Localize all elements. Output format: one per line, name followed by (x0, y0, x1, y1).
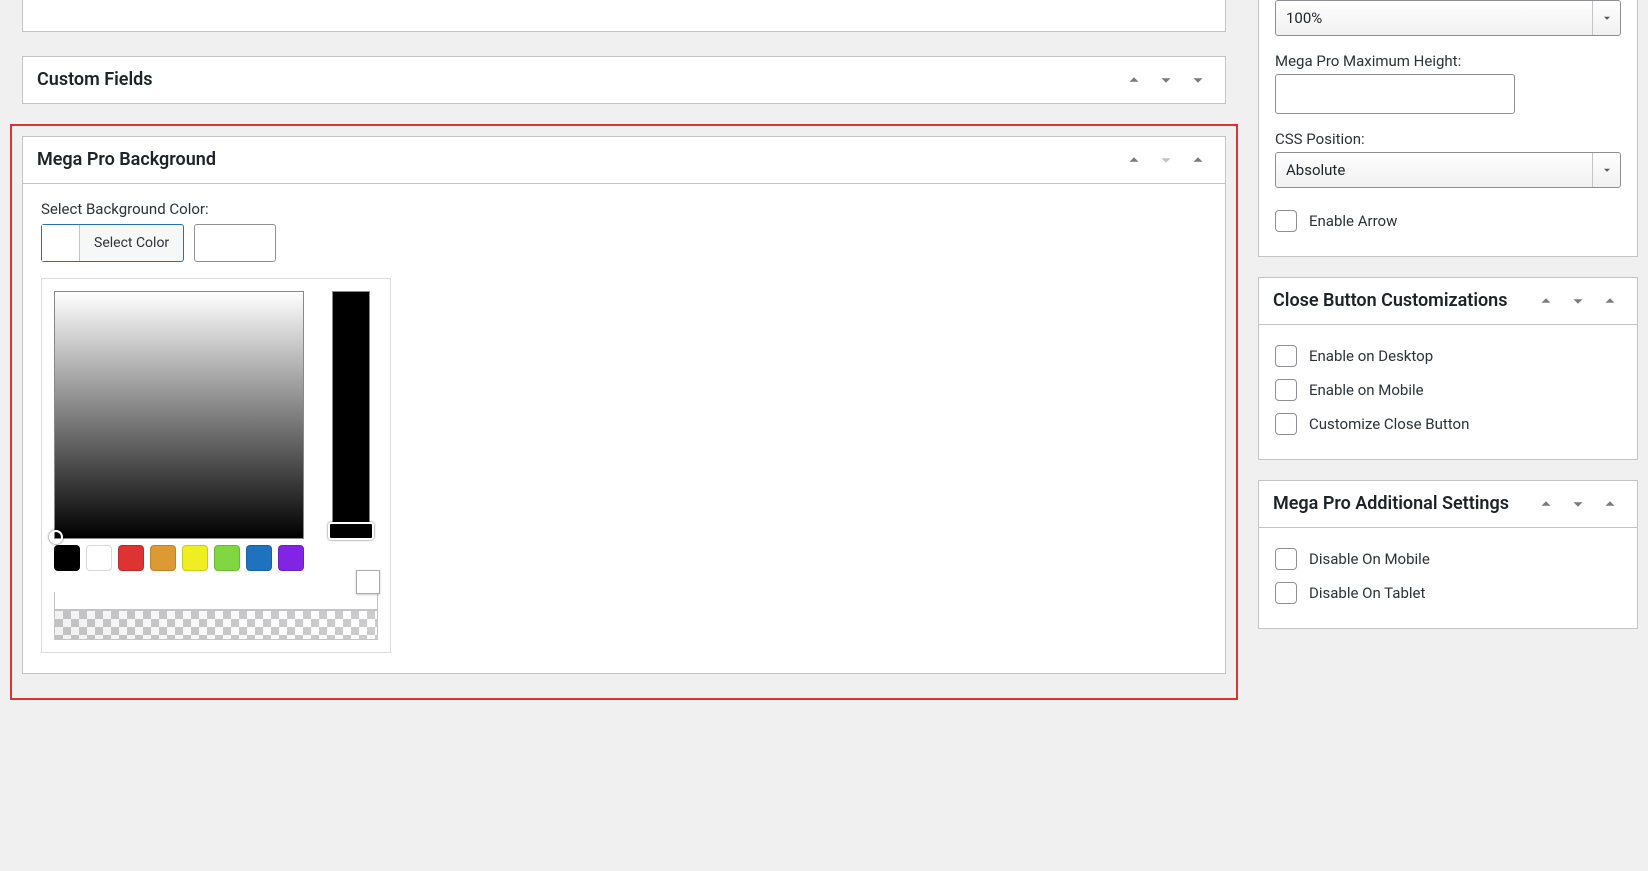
mega-pro-size-panel: 100% Mega Pro Maximum Height: CSS Positi… (1258, 0, 1638, 257)
chevron-down-icon (1592, 1, 1620, 35)
move-down-icon[interactable] (1565, 491, 1591, 517)
mega-pro-background-title: Mega Pro Background (37, 147, 1121, 172)
chevron-down-icon (1592, 153, 1620, 187)
enable-arrow-label: Enable Arrow (1309, 212, 1397, 230)
max-height-label: Mega Pro Maximum Height: (1275, 52, 1621, 70)
color-picker (41, 278, 391, 653)
saturation-cursor-icon[interactable] (49, 530, 63, 544)
max-height-input[interactable] (1275, 74, 1515, 114)
alpha-thumb[interactable] (356, 570, 380, 594)
css-position-value: Absolute (1286, 161, 1345, 179)
editor-top-stub (22, 0, 1226, 32)
customize-close-label: Customize Close Button (1309, 415, 1469, 433)
css-position-label: CSS Position: (1275, 130, 1621, 148)
mega-pro-background-highlight: Mega Pro Background Select (10, 124, 1238, 700)
palette-swatch-7[interactable] (278, 545, 304, 571)
toggle-collapse-icon[interactable] (1597, 288, 1623, 314)
customize-close-checkbox[interactable] (1275, 413, 1297, 435)
custom-fields-panel: Custom Fields (22, 56, 1226, 104)
move-up-icon[interactable] (1121, 67, 1147, 93)
close-button-title: Close Button Customizations (1273, 288, 1533, 313)
palette-swatch-3[interactable] (150, 545, 176, 571)
palette-swatch-0[interactable] (54, 545, 80, 571)
move-up-icon[interactable] (1121, 147, 1147, 173)
alpha-track-top (54, 592, 378, 610)
palette-swatch-4[interactable] (182, 545, 208, 571)
color-palette (54, 545, 378, 571)
color-hex-input[interactable] (194, 224, 276, 262)
width-select-value: 100% (1286, 9, 1322, 27)
palette-swatch-2[interactable] (118, 545, 144, 571)
enable-mobile-label: Enable on Mobile (1309, 381, 1424, 399)
enable-mobile-checkbox[interactable] (1275, 379, 1297, 401)
move-down-icon[interactable] (1153, 147, 1179, 173)
additional-settings-panel: Mega Pro Additional Settings Disa (1258, 480, 1638, 629)
enable-desktop-label: Enable on Desktop (1309, 347, 1433, 365)
bg-color-label: Select Background Color: (41, 200, 1207, 218)
close-button-panel: Close Button Customizations Enabl (1258, 277, 1638, 460)
current-color-swatch (42, 225, 80, 261)
move-down-icon[interactable] (1153, 67, 1179, 93)
toggle-collapse-icon[interactable] (1185, 67, 1211, 93)
move-up-icon[interactable] (1533, 288, 1559, 314)
saturation-panel[interactable] (54, 291, 304, 539)
palette-swatch-6[interactable] (246, 545, 272, 571)
move-down-icon[interactable] (1565, 288, 1591, 314)
palette-swatch-1[interactable] (86, 545, 112, 571)
disable-mobile-checkbox[interactable] (1275, 548, 1297, 570)
disable-tablet-checkbox[interactable] (1275, 582, 1297, 604)
alpha-slider[interactable] (54, 610, 378, 640)
hue-cursor-icon[interactable] (328, 522, 374, 540)
enable-desktop-checkbox[interactable] (1275, 345, 1297, 367)
move-up-icon[interactable] (1533, 491, 1559, 517)
disable-mobile-label: Disable On Mobile (1309, 550, 1430, 568)
mega-pro-background-panel: Mega Pro Background Select (22, 136, 1226, 674)
select-color-button[interactable]: Select Color (41, 224, 184, 262)
select-color-label: Select Color (80, 225, 183, 261)
additional-settings-title: Mega Pro Additional Settings (1273, 491, 1533, 516)
width-select[interactable]: 100% (1275, 0, 1621, 36)
custom-fields-title: Custom Fields (37, 67, 1121, 92)
css-position-select[interactable]: Absolute (1275, 152, 1621, 188)
enable-arrow-checkbox[interactable] (1275, 210, 1297, 232)
palette-swatch-5[interactable] (214, 545, 240, 571)
toggle-collapse-icon[interactable] (1185, 147, 1211, 173)
disable-tablet-label: Disable On Tablet (1309, 584, 1425, 602)
hue-slider[interactable] (332, 291, 370, 539)
toggle-collapse-icon[interactable] (1597, 491, 1623, 517)
